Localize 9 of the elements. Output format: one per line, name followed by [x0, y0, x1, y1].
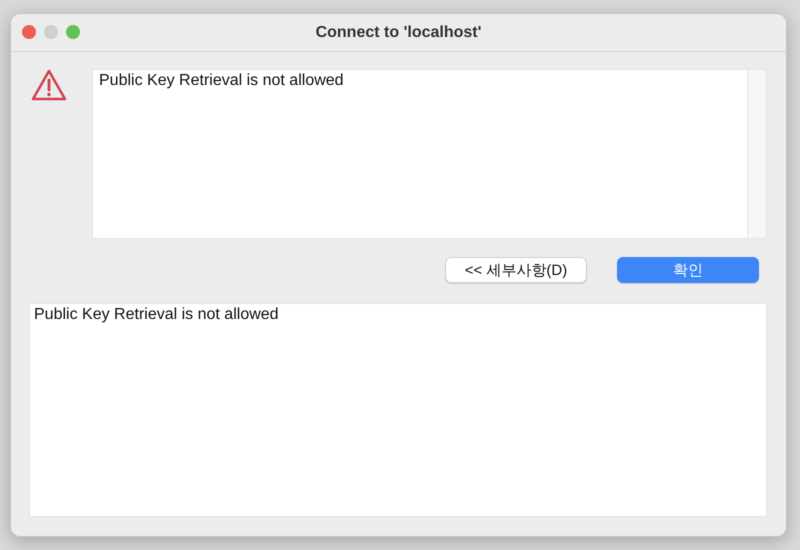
warning-icon: [31, 69, 67, 101]
details-button[interactable]: << 세부사항(D): [445, 257, 587, 283]
message-text: Public Key Retrieval is not allowed: [98, 71, 345, 91]
close-button[interactable]: [22, 25, 36, 39]
zoom-button[interactable]: [66, 25, 80, 39]
window-title: Connect to 'localhost': [316, 24, 482, 42]
ok-button[interactable]: 확인: [617, 257, 759, 283]
details-text: Public Key Retrieval is not allowed: [29, 303, 767, 517]
minimize-button[interactable]: [44, 25, 58, 39]
